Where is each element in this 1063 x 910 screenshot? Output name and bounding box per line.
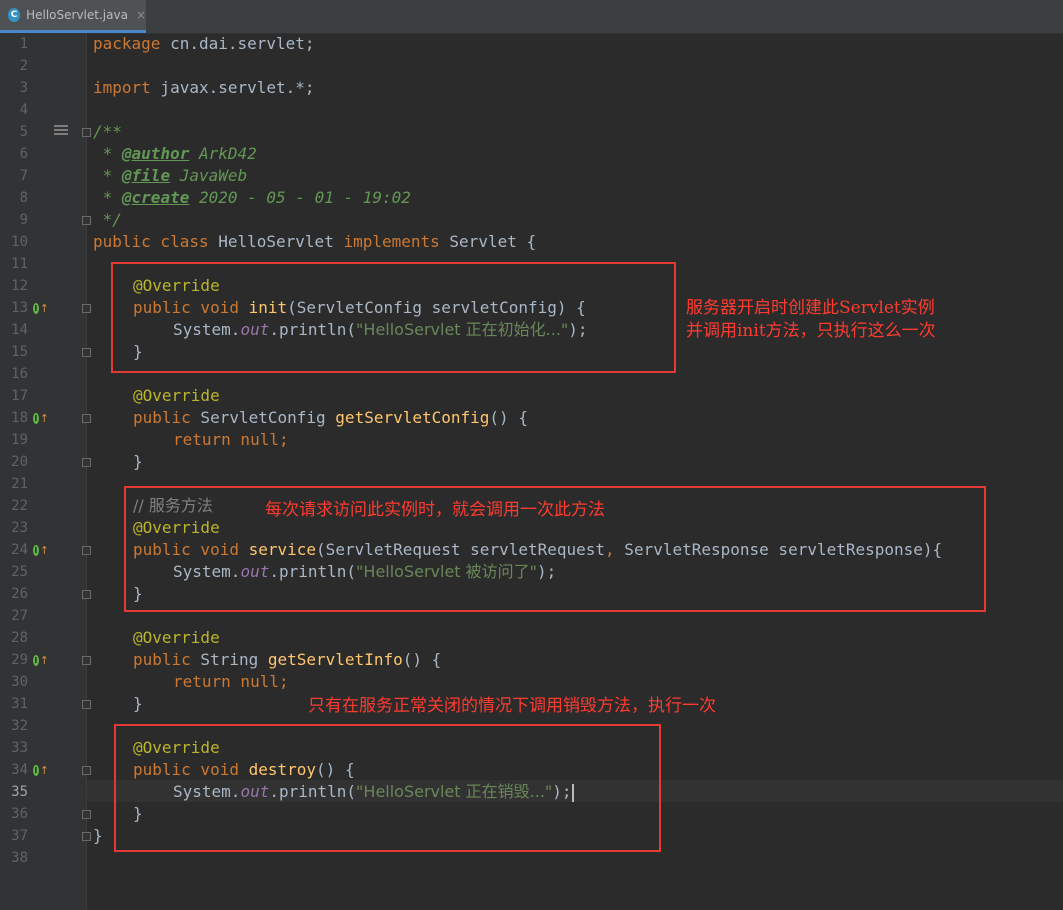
line-number: 20 bbox=[11, 454, 28, 470]
line-number: 34 bbox=[11, 762, 28, 778]
line-number: 28 bbox=[11, 630, 28, 646]
destroy-highlight-box bbox=[114, 724, 661, 852]
init-highlight-box bbox=[111, 262, 676, 373]
code-line-3: import javax.servlet.*; bbox=[93, 78, 315, 97]
line-number: 36 bbox=[11, 806, 28, 822]
line-number: 6 bbox=[19, 146, 28, 162]
implements-method-icon[interactable]: I ↑ bbox=[33, 543, 49, 557]
code-line-5: /** bbox=[93, 122, 122, 141]
line-number: 37 bbox=[11, 828, 28, 844]
code-line-1: package cn.dai.servlet; bbox=[93, 34, 315, 53]
code-line-9: */ bbox=[93, 210, 122, 229]
line-number: 22 bbox=[11, 498, 28, 514]
code-line-17: @Override bbox=[133, 386, 220, 405]
service-note: 每次请求访问此实例时，就会调用一次此方法 bbox=[265, 500, 605, 520]
implements-method-icon[interactable]: I ↑ bbox=[33, 411, 49, 425]
implements-method-icon[interactable]: I ↑ bbox=[33, 763, 49, 777]
line-number: 15 bbox=[11, 344, 28, 360]
line-number: 16 bbox=[11, 366, 28, 382]
line-number: 17 bbox=[11, 388, 28, 404]
init-note-line-2: 并调用init方法，只执行这么一次 bbox=[686, 321, 936, 341]
code-line-31: } bbox=[133, 694, 143, 713]
line-number: 24 bbox=[11, 542, 28, 558]
destroy-note: 只有在服务正常关闭的情况下调用销毁方法，执行一次 bbox=[308, 696, 716, 716]
line-number: 25 bbox=[11, 564, 28, 580]
doc-comment-icon[interactable] bbox=[54, 125, 68, 137]
line-number: 35 bbox=[11, 784, 28, 800]
code-line-37: } bbox=[93, 826, 103, 845]
line-number: 9 bbox=[19, 212, 28, 228]
line-number: 38 bbox=[11, 850, 28, 866]
line-number: 30 bbox=[11, 674, 28, 690]
implements-method-icon[interactable]: I ↑ bbox=[33, 653, 49, 667]
line-number: 8 bbox=[19, 190, 28, 206]
code-line-29: public String getServletInfo() { bbox=[133, 650, 442, 669]
code-line-10: public class HelloServlet implements Ser… bbox=[93, 232, 537, 251]
line-number: 4 bbox=[19, 102, 28, 118]
code-line-18: public ServletConfig getServletConfig() … bbox=[133, 408, 528, 427]
tab-title: HelloServlet.java bbox=[26, 8, 128, 22]
line-number: 27 bbox=[11, 608, 28, 624]
code-line-6: * @author ArkD42 bbox=[93, 144, 257, 163]
editor-tab-bar: C HelloServlet.java × bbox=[0, 0, 1063, 34]
line-number: 19 bbox=[11, 432, 28, 448]
close-icon[interactable]: × bbox=[136, 8, 146, 22]
implements-method-icon[interactable]: I ↑ bbox=[33, 301, 49, 315]
java-class-icon: C bbox=[8, 8, 21, 22]
file-tab[interactable]: C HelloServlet.java × bbox=[0, 0, 146, 33]
line-number: 26 bbox=[11, 586, 28, 602]
line-number: 21 bbox=[11, 476, 28, 492]
code-line-7: * @file JavaWeb bbox=[93, 166, 248, 185]
line-number: 7 bbox=[19, 168, 28, 184]
line-number: 14 bbox=[11, 322, 28, 338]
line-number: 11 bbox=[11, 256, 28, 272]
line-number: 29 bbox=[11, 652, 28, 668]
line-number: 5 bbox=[19, 124, 28, 140]
line-number: 1 bbox=[19, 36, 28, 52]
line-number: 32 bbox=[11, 718, 28, 734]
line-number: 13 bbox=[11, 300, 28, 316]
line-number: 3 bbox=[19, 80, 28, 96]
line-number: 33 bbox=[11, 740, 28, 756]
init-note-line-1: 服务器开启时创建此Servlet实例 bbox=[686, 298, 935, 318]
line-number: 2 bbox=[19, 58, 28, 74]
code-line-30: return null; bbox=[173, 672, 289, 691]
line-number: 12 bbox=[11, 278, 28, 294]
line-number: 18 bbox=[11, 410, 28, 426]
line-number: 10 bbox=[11, 234, 28, 250]
code-line-20: } bbox=[133, 452, 143, 471]
line-number: 23 bbox=[11, 520, 28, 536]
code-line-28: @Override bbox=[133, 628, 220, 647]
code-line-19: return null; bbox=[173, 430, 289, 449]
code-line-8: * @create 2020 - 05 - 01 - 19:02 bbox=[93, 188, 411, 207]
line-number: 31 bbox=[11, 696, 28, 712]
